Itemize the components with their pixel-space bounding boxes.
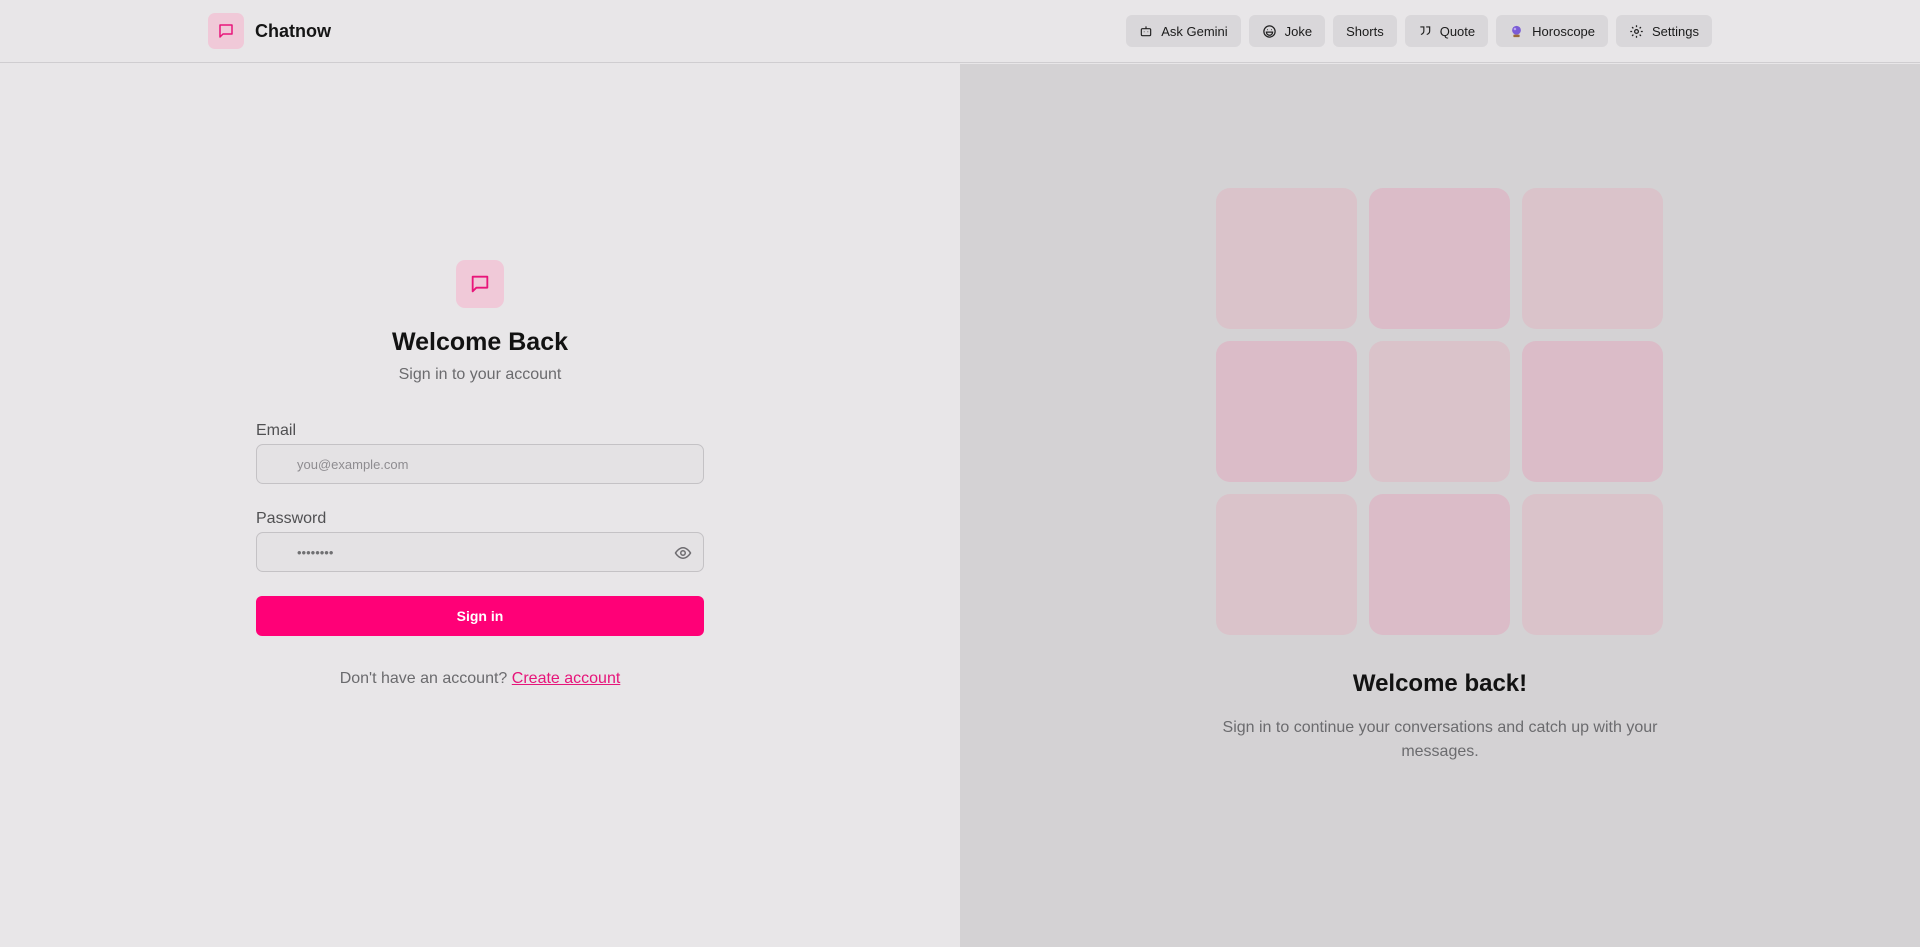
settings-button[interactable]: Settings [1616,15,1712,47]
grid-tile [1369,188,1510,329]
shorts-label: Shorts [1346,23,1384,39]
password-field[interactable] [297,533,657,571]
brand[interactable]: Chatnow [208,13,331,49]
chat-bubble-icon [208,13,244,49]
top-bar: Chatnow Ask Gemini Joke Shorts Quote Hor… [0,0,1920,63]
chat-bubble-icon [456,260,504,308]
signin-section: Welcome Back Sign in to your account Ema… [0,64,960,947]
grid-tile [1216,494,1357,635]
crystal-ball-icon [1509,24,1524,39]
grid-tile [1216,341,1357,482]
form-subtitle: Sign in to your account [398,366,562,383]
panel-title: Welcome back! [1352,670,1528,697]
eye-icon[interactable] [673,543,693,563]
password-field-wrapper [256,532,704,572]
signup-text: Don't have an account? [339,670,508,687]
horoscope-button[interactable]: Horoscope [1496,15,1609,47]
ask-gemini-button[interactable]: Ask Gemini [1126,15,1241,47]
email-field[interactable] [297,445,657,483]
quote-label: Quote [1439,23,1476,39]
grid-tile [1216,188,1357,329]
gear-icon [1629,24,1644,39]
laugh-icon [1262,24,1277,39]
shorts-button[interactable]: Shorts [1333,15,1397,47]
grid-tile [1522,188,1663,329]
quote-icon [1418,24,1432,38]
welcome-panel: Welcome back! Sign in to continue your c… [960,64,1920,947]
grid-tile [1369,341,1510,482]
password-label: Password [256,510,327,527]
robot-icon [1139,24,1153,38]
top-nav: Ask Gemini Joke Shorts Quote Horoscope S… [1126,15,1712,47]
joke-button[interactable]: Joke [1248,15,1326,47]
email-field-wrapper [256,444,704,484]
grid-tile [1522,494,1663,635]
panel-text: Sign in to continue your conversations a… [1222,719,1658,760]
joke-label: Joke [1284,23,1313,39]
signin-button[interactable]: Sign in [256,596,704,636]
ask-gemini-label: Ask Gemini [1161,23,1228,39]
grid-tile [1522,341,1663,482]
app-name: Chatnow [255,20,331,41]
horoscope-label: Horoscope [1532,23,1596,39]
grid-tile [1369,494,1510,635]
signup-prompt: Don't have an account? Create account [256,670,704,688]
create-account-link[interactable]: Create account [512,670,621,687]
email-label: Email [256,422,297,439]
settings-label: Settings [1652,23,1699,39]
tile-grid [1216,188,1664,635]
quote-button[interactable]: Quote [1404,15,1489,47]
form-title: Welcome Back [391,328,568,356]
